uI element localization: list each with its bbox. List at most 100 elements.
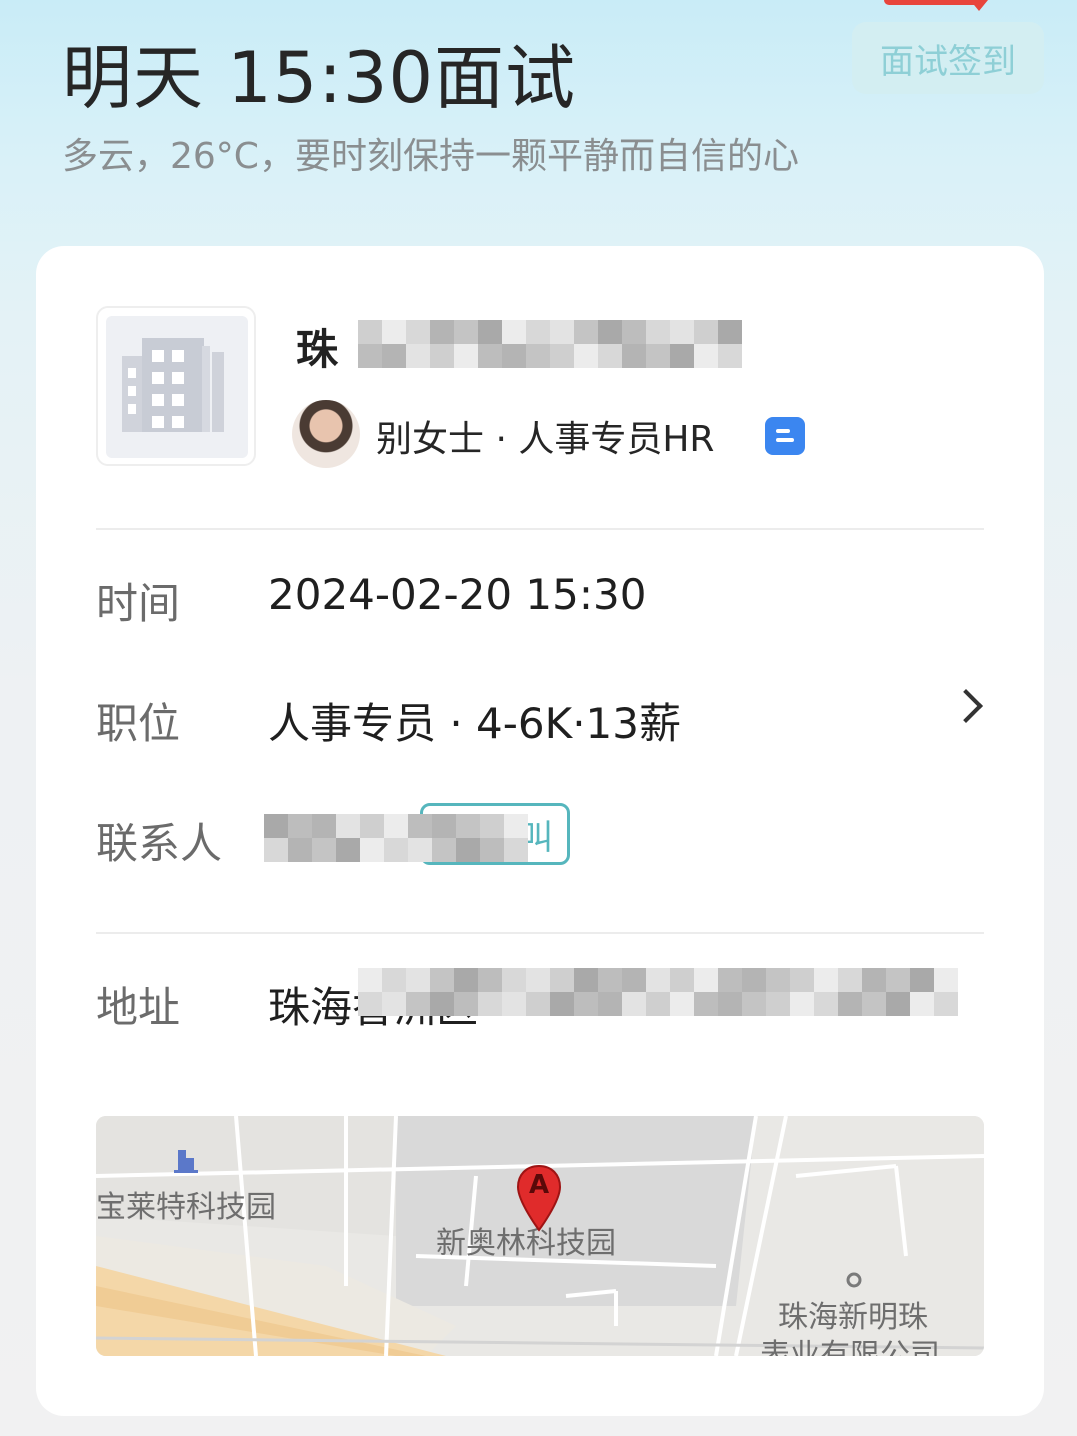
mosaic-cell	[264, 838, 288, 862]
time-label: 时间	[96, 579, 181, 628]
mosaic-cell	[646, 320, 670, 344]
mosaic-cell	[574, 968, 598, 992]
mosaic-cell	[550, 344, 574, 368]
mosaic-cell	[766, 992, 790, 1016]
mosaic-cell	[454, 320, 478, 344]
mosaic-cell	[742, 968, 766, 992]
time-value: 2024-02-20 15:30	[268, 570, 647, 619]
mosaic-cell	[598, 968, 622, 992]
mosaic-cell	[382, 992, 406, 1016]
mosaic-cell	[456, 814, 480, 838]
mosaic-cell	[478, 344, 502, 368]
hr-verified-icon	[765, 417, 805, 455]
mosaic-cell	[430, 968, 454, 992]
chevron-right-icon[interactable]	[949, 689, 983, 723]
mosaic-cell	[454, 992, 478, 1016]
mosaic-cell	[838, 992, 862, 1016]
mosaic-cell	[574, 320, 598, 344]
mosaic-cell	[670, 968, 694, 992]
mosaic-cell	[288, 838, 312, 862]
divider	[96, 932, 984, 934]
mosaic-cell	[598, 320, 622, 344]
poi-label[interactable]: 宝莱特科技园	[96, 1182, 276, 1226]
mosaic-cell	[598, 992, 622, 1016]
mosaic-cell	[406, 344, 430, 368]
mosaic-cell	[814, 968, 838, 992]
mosaic-cell	[694, 968, 718, 992]
mosaic-cell	[622, 344, 646, 368]
mosaic-cell	[264, 814, 288, 838]
mosaic-cell	[454, 968, 478, 992]
mosaic-cell	[814, 992, 838, 1016]
mosaic-cell	[430, 344, 454, 368]
mosaic-cell	[384, 838, 408, 862]
mosaic-cell	[504, 838, 528, 862]
blurred-contact	[264, 814, 528, 862]
mosaic-cell	[382, 968, 406, 992]
poi-label[interactable]: 表业有限公司	[760, 1330, 940, 1356]
mosaic-cell	[502, 320, 526, 344]
mosaic-cell	[718, 992, 742, 1016]
mosaic-cell	[886, 968, 910, 992]
mosaic-cell	[480, 838, 504, 862]
mosaic-cell	[886, 992, 910, 1016]
mosaic-cell	[670, 344, 694, 368]
mosaic-cell	[336, 814, 360, 838]
mosaic-cell	[502, 344, 526, 368]
mosaic-cell	[718, 320, 742, 344]
mosaic-cell	[862, 992, 886, 1016]
location-map[interactable]: 宝莱特科技园 新奥林科技园 珠海新明珠 表业有限公司 A	[96, 1116, 984, 1356]
mosaic-cell	[526, 344, 550, 368]
page-title: 明天 15:30面试	[62, 37, 576, 119]
mosaic-cell	[838, 968, 862, 992]
company-logo	[96, 306, 256, 466]
building-icon	[106, 316, 248, 458]
avatar[interactable]	[292, 400, 360, 468]
mosaic-cell	[694, 344, 718, 368]
mosaic-cell	[504, 814, 528, 838]
mosaic-cell	[430, 320, 454, 344]
mosaic-cell	[358, 320, 382, 344]
mosaic-cell	[550, 968, 574, 992]
mosaic-cell	[312, 814, 336, 838]
mosaic-cell	[670, 992, 694, 1016]
map-marker-icon[interactable]: A	[516, 1164, 562, 1234]
mosaic-cell	[574, 992, 598, 1016]
position-value[interactable]: 人事专员 · 4-6K·13薪	[268, 690, 681, 751]
mosaic-cell	[478, 968, 502, 992]
mosaic-cell	[718, 344, 742, 368]
position-label: 职位	[96, 699, 181, 748]
mosaic-cell	[550, 992, 574, 1016]
mosaic-cell	[622, 320, 646, 344]
mosaic-cell	[790, 992, 814, 1016]
mosaic-cell	[526, 968, 550, 992]
weather-tip: 多云，26°C，要时刻保持一颗平静而自信的心	[62, 136, 799, 177]
divider	[96, 528, 984, 530]
mosaic-cell	[526, 992, 550, 1016]
mosaic-cell	[790, 968, 814, 992]
mosaic-cell	[934, 968, 958, 992]
notification-indicator-tip	[970, 0, 988, 11]
mosaic-cell	[406, 320, 430, 344]
mosaic-cell	[406, 992, 430, 1016]
mosaic-cell	[358, 344, 382, 368]
mosaic-cell	[408, 838, 432, 862]
mosaic-cell	[358, 968, 382, 992]
mosaic-cell	[288, 814, 312, 838]
mosaic-cell	[360, 814, 384, 838]
mosaic-cell	[408, 814, 432, 838]
mosaic-cell	[646, 344, 670, 368]
mosaic-cell	[622, 968, 646, 992]
mosaic-cell	[406, 968, 430, 992]
interview-card: 珠 别女士 · 人事专员HR 时间 2024-02-20 15:30 职位 人事…	[36, 246, 1044, 1416]
mosaic-cell	[454, 344, 478, 368]
mosaic-cell	[358, 992, 382, 1016]
mosaic-cell	[502, 968, 526, 992]
mosaic-cell	[766, 968, 790, 992]
mosaic-cell	[862, 968, 886, 992]
checkin-button[interactable]: 面试签到	[852, 22, 1044, 94]
mosaic-cell	[694, 320, 718, 344]
marker-label: A	[528, 1170, 550, 1200]
mosaic-cell	[742, 992, 766, 1016]
address-label: 地址	[96, 983, 181, 1032]
